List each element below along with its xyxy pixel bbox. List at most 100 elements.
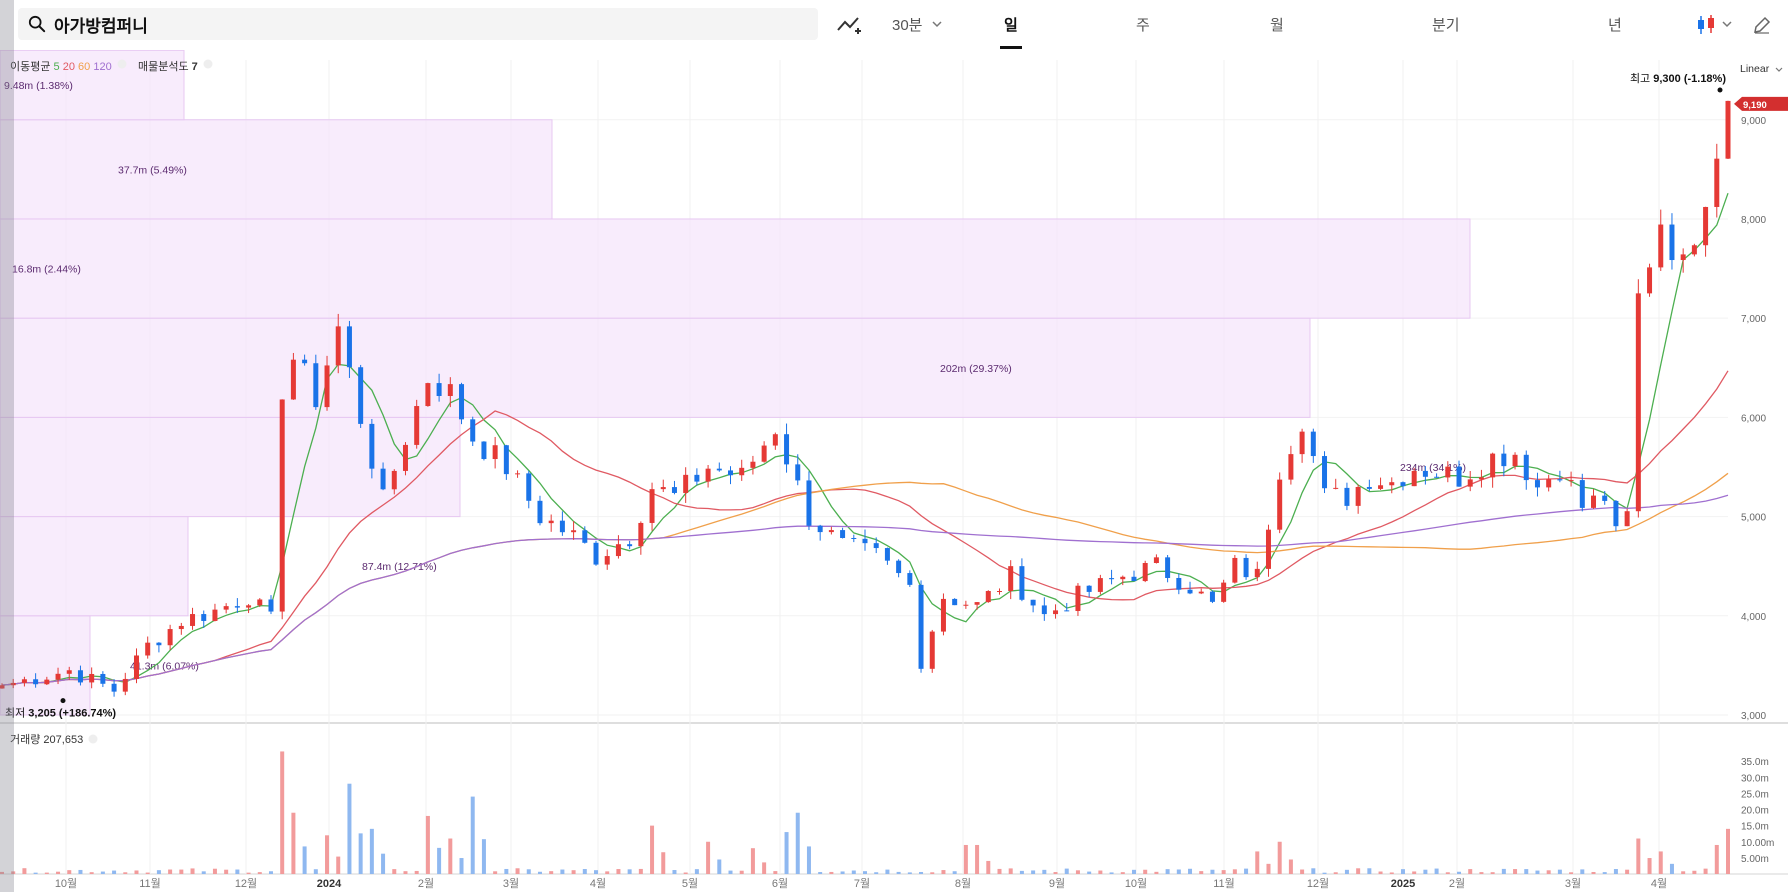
- candle-body: [1647, 267, 1653, 294]
- volume-bar: [1356, 868, 1361, 874]
- volume-bar: [156, 870, 161, 874]
- candle-body: [212, 609, 218, 621]
- volume-bar: [347, 783, 352, 874]
- candle-body: [649, 489, 655, 523]
- volume-bar: [1557, 869, 1562, 874]
- candlestick-type-icon[interactable]: [1696, 14, 1718, 36]
- candle-body: [1277, 479, 1283, 530]
- volume-bar: [1064, 868, 1069, 874]
- candle-body: [1366, 486, 1372, 489]
- volume-bar: [627, 869, 632, 874]
- volume-bar: [1625, 869, 1630, 874]
- volume-bar: [168, 869, 173, 874]
- volume-bar: [1008, 868, 1013, 874]
- candle-body: [963, 604, 969, 606]
- candle-body: [1703, 206, 1709, 246]
- candle-body: [1243, 557, 1249, 578]
- x-tick-label: 3월: [1565, 877, 1581, 890]
- candle-body: [705, 468, 711, 482]
- volume-bar: [1423, 869, 1428, 874]
- candle-body: [604, 556, 610, 565]
- ma-legend: 이동평균 5 20 60 120: [10, 60, 112, 73]
- candle-body: [346, 326, 352, 368]
- volume-bar: [762, 862, 767, 874]
- volume-bar: [403, 871, 408, 874]
- candle-body: [1333, 487, 1339, 489]
- volume-bar: [560, 869, 565, 874]
- candle-body: [1400, 482, 1406, 487]
- candle-body: [638, 522, 644, 547]
- candle-body: [784, 434, 790, 465]
- volume-profile-label: 37.7m (5.49%): [118, 164, 187, 176]
- candle-body: [1142, 563, 1148, 582]
- volume-bar: [829, 871, 834, 874]
- chevron-down-icon[interactable]: [1722, 20, 1732, 28]
- volume-bar: [1075, 870, 1080, 874]
- volume-bar: [1333, 872, 1338, 874]
- tab-month[interactable]: 월: [1270, 14, 1284, 35]
- volume-tick-label: 5.00m: [1741, 854, 1769, 865]
- price-chart[interactable]: 10월 11월 12월 2024 2월 3월 4월 5월 6월 7월 8월 9월 10월 11월 12월 20…: [0, 50, 1788, 892]
- candle-body: [1624, 511, 1630, 527]
- candle-body: [1467, 479, 1473, 487]
- volume-bar: [694, 869, 699, 874]
- candle-body: [100, 673, 106, 684]
- volume-legend-label: 거래량: [10, 733, 43, 746]
- candle-body: [1725, 100, 1731, 159]
- volume-profile-label: 16.8m (2.44%): [12, 264, 81, 276]
- candle-body: [918, 584, 924, 669]
- low-label: 최저: [5, 707, 28, 720]
- candle-body: [862, 538, 868, 544]
- volume-profile-label: 202m (29.37%): [940, 363, 1012, 375]
- close-icon: [88, 734, 98, 744]
- volume-bar: [885, 869, 890, 874]
- candle-body: [1221, 582, 1227, 602]
- volume-bar: [1714, 844, 1719, 874]
- price-tick-label: 8,000: [1741, 215, 1766, 226]
- profile-legend-label: 매물분석도: [138, 60, 192, 73]
- candle-body: [851, 537, 857, 539]
- candle-body: [470, 419, 476, 442]
- pencil-icon[interactable]: [1752, 15, 1772, 35]
- candle-body: [290, 359, 296, 400]
- candle-body: [1658, 224, 1664, 268]
- volume-bar: [437, 847, 442, 874]
- candle-body: [671, 487, 677, 493]
- candle-body: [335, 326, 341, 366]
- low-annotation: 최저 3,205 (+186.74%): [5, 707, 116, 720]
- tab-year[interactable]: 년: [1608, 14, 1622, 35]
- volume-bar: [33, 872, 38, 874]
- candle-body: [1064, 610, 1070, 612]
- volume-bar: [67, 870, 72, 874]
- draw-line-icon[interactable]: [836, 14, 862, 36]
- candle-body: [627, 544, 633, 547]
- tab-day[interactable]: 일: [1004, 14, 1018, 35]
- search-bar[interactable]: 아가방컴퍼니: [18, 8, 818, 40]
- candle-body: [190, 614, 196, 626]
- ma-legend-period: 120: [93, 61, 111, 73]
- volume-profile-bar: [0, 317, 1311, 418]
- candle-body: [795, 464, 801, 481]
- volume-bar: [1412, 871, 1417, 874]
- candle-body: [1501, 453, 1507, 467]
- volume-bar: [795, 812, 800, 874]
- volume-bar: [616, 869, 621, 874]
- tab-quarter[interactable]: 분기: [1432, 14, 1460, 35]
- close-icon: [117, 59, 127, 69]
- volume-bar: [1613, 869, 1618, 874]
- volume-bar: [594, 870, 599, 874]
- x-tick-label: 6월: [772, 877, 788, 890]
- candle-body: [324, 365, 330, 408]
- candle-body: [33, 679, 39, 685]
- candle-body: [683, 474, 689, 493]
- interval-select[interactable]: 30분: [892, 14, 923, 35]
- price-tick-label: 3,000: [1741, 711, 1766, 722]
- candle-body: [1546, 479, 1552, 488]
- volume-bar: [717, 859, 722, 874]
- candle-body: [201, 614, 207, 621]
- volume-bar: [201, 871, 206, 874]
- candle-body: [1019, 566, 1025, 600]
- chevron-down-icon[interactable]: [932, 20, 942, 28]
- volume-bar: [1053, 872, 1058, 874]
- tab-week[interactable]: 주: [1136, 14, 1150, 35]
